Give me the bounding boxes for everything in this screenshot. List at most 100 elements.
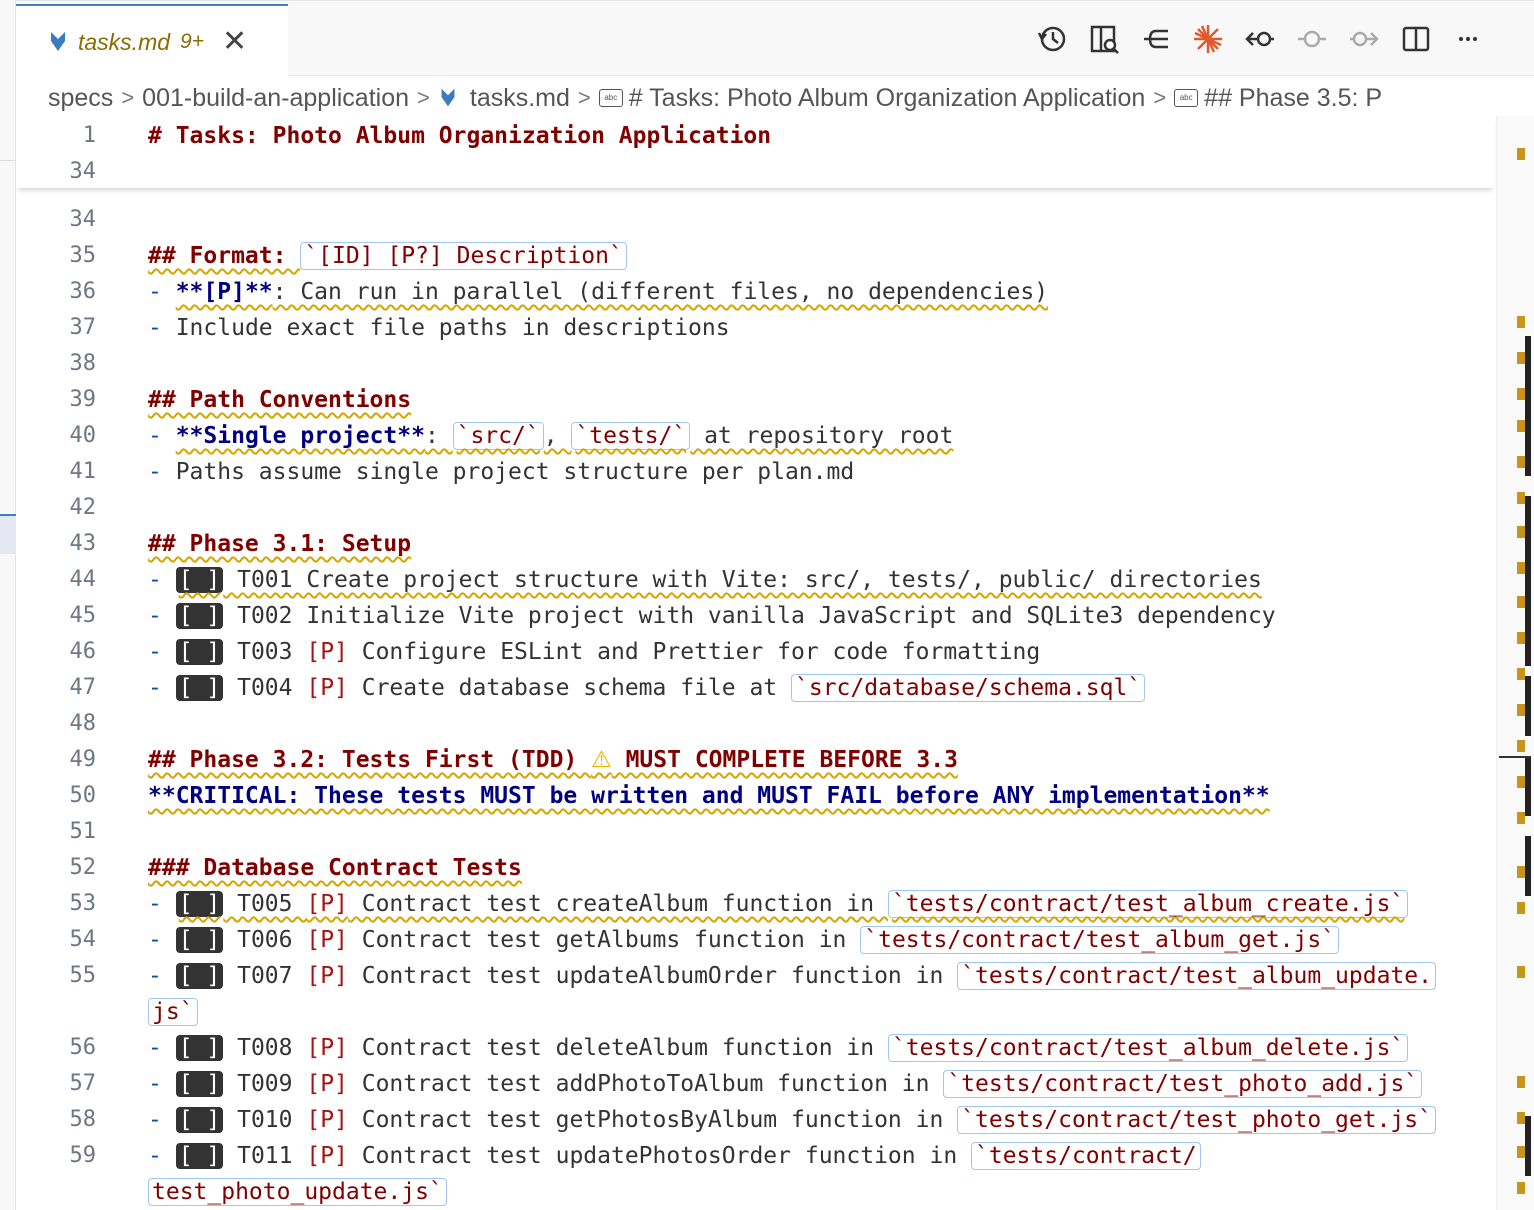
task-text: Contract test getPhotosByAlbum function … (347, 1107, 958, 1133)
task-checkbox[interactable]: [ ] (175, 1107, 224, 1133)
editor[interactable]: 1 # Tasks: Photo Album Organization Appl… (16, 116, 1496, 1210)
problem-marker (1517, 776, 1525, 788)
code-line: 57 - [ ] T009 [P] Contract test addPhotoT… (16, 1066, 1496, 1102)
sticky-scroll-header[interactable]: 1 # Tasks: Photo Album Organization Appl… (16, 116, 1494, 188)
inline-code: `tests/` (571, 422, 691, 450)
task-checkbox[interactable]: [ ] (175, 675, 224, 701)
line-number: 53 (69, 891, 97, 916)
list-bullet: - (148, 423, 176, 449)
overview-ruler[interactable] (1496, 116, 1534, 1210)
code-line: 56 - [ ] T008 [P] Contract test deleteAlb… (16, 1030, 1496, 1066)
tab-tasks-md[interactable]: tasks.md 9+ ✕ (16, 4, 288, 78)
chevron-right-icon: > (121, 85, 135, 110)
list-bullet: - (148, 963, 176, 989)
code-text: - [ ] T006 [P] Contract test getAlbums f… (148, 922, 1340, 958)
line-number: 55 (69, 963, 97, 988)
task-id: T010 (223, 1107, 307, 1133)
more-actions-icon[interactable] (1442, 19, 1494, 59)
task-id: T011 (223, 1143, 307, 1169)
inline-code: js` (148, 998, 198, 1026)
breadcrumb-item-file[interactable]: tasks.md (470, 84, 570, 113)
problem-marker (1517, 352, 1525, 364)
copilot-sparkle-icon[interactable] (1182, 19, 1234, 59)
list-bullet: - (148, 567, 176, 593)
git-change-marker (1525, 596, 1531, 666)
open-preview-icon[interactable] (1078, 19, 1130, 59)
breadcrumb-item-subheading[interactable]: ## Phase 3.5: P (1204, 84, 1382, 113)
code-line: 51 (16, 814, 1496, 850)
problem-marker (1517, 316, 1525, 328)
inline-code: `tests/contract/ (971, 1142, 1201, 1170)
breadcrumb-item-specs[interactable]: specs (48, 84, 113, 113)
problem-marker (1517, 596, 1525, 608)
problem-marker (1517, 562, 1525, 574)
task-checkbox[interactable]: [ ] (175, 891, 224, 917)
problem-marker (1517, 420, 1525, 432)
code-text: **CRITICAL: These tests MUST be written … (148, 778, 1270, 814)
inline-code: `tests/contract/test_photo_add.js` (943, 1070, 1423, 1098)
code-text: - Include exact file paths in descriptio… (148, 310, 730, 346)
code-line: 59 - [ ] T011 [P] Contract test updatePho… (16, 1138, 1496, 1174)
breadcrumb-item-heading[interactable]: # Tasks: Photo Album Organization Applic… (629, 84, 1146, 113)
warning-icon: ⚠ (591, 747, 612, 773)
inline-code: `src/` (452, 422, 544, 450)
problem-marker (1517, 966, 1525, 978)
task-checkbox[interactable]: [ ] (175, 927, 224, 953)
go-back-icon[interactable] (1130, 19, 1182, 59)
code-line: 35 ## Format: `[ID] [P?] Description` (16, 238, 1496, 274)
problem-marker (1517, 704, 1525, 716)
activity-strip (0, 0, 16, 1210)
breadcrumb-item-folder[interactable]: 001-build-an-application (142, 84, 409, 113)
task-item: [ ] T008 [P] Contract test deleteAlbum f… (175, 1034, 1409, 1062)
list-text: Include exact file paths in descriptions (175, 315, 730, 341)
go-to-previous-change-icon[interactable] (1234, 19, 1286, 59)
task-checkbox[interactable]: [ ] (175, 639, 224, 665)
code-text: - [ ] T005 [P] Contract test createAlbum… (148, 886, 1409, 922)
line-number: 44 (69, 567, 97, 592)
close-icon[interactable]: ✕ (222, 27, 247, 57)
task-checkbox[interactable]: [ ] (175, 1035, 224, 1061)
list-bullet: - (148, 1035, 176, 1061)
inline-code: `tests/contract/test_album_get.js` (860, 926, 1340, 954)
split-editor-icon[interactable] (1390, 19, 1442, 59)
code-line: 49 ## Phase 3.2: Tests First (TDD) ⚠ MUST… (16, 742, 1496, 778)
problem-marker (1517, 902, 1525, 914)
task-item: [ ] T009 [P] Contract test addPhotoToAlb… (175, 1070, 1423, 1098)
problem-marker (1517, 632, 1525, 644)
git-change-marker (1525, 676, 1531, 736)
inline-code: `src/database/schema.sql` (791, 674, 1146, 702)
line-number: 59 (69, 1143, 97, 1168)
parallel-marker: [P] (306, 891, 348, 917)
parallel-marker: [P] (306, 1071, 348, 1097)
list-bullet: - (148, 1143, 176, 1169)
task-checkbox[interactable]: [ ] (175, 567, 224, 593)
code-text: - [ ] T010 [P] Contract test getPhotosBy… (148, 1102, 1436, 1138)
code-text: ## Format: `[ID] [P?] Description` (148, 238, 627, 274)
parallel-marker: [P] (306, 1035, 348, 1061)
problem-marker (1517, 456, 1525, 468)
inline-code: test_photo_update.js` (148, 1178, 447, 1206)
task-text: Contract test updateAlbumOrder function … (347, 963, 958, 989)
task-checkbox[interactable]: [ ] (175, 603, 224, 629)
task-checkbox[interactable]: [ ] (175, 963, 224, 989)
chevron-right-icon: > (577, 85, 591, 110)
history-icon[interactable] (1026, 19, 1078, 59)
list-bullet: - (148, 459, 176, 485)
list-text: Paths assume single project structure pe… (175, 459, 855, 485)
line-number: 58 (69, 1107, 97, 1132)
task-checkbox[interactable]: [ ] (175, 1071, 224, 1097)
list-bullet: - (148, 675, 176, 701)
list-content: **[P]**: Can run in parallel (different … (176, 279, 1048, 305)
code-line: 40 - **Single project**: `src/`, `tests/`… (16, 418, 1496, 454)
task-item: [ ] T006 [P] Contract test getAlbums fun… (175, 926, 1340, 954)
task-item: [ ] T011 [P] Contract test updatePhotosO… (175, 1142, 1201, 1170)
code-text: - [ ] T011 [P] Contract test updatePhoto… (148, 1138, 1201, 1174)
code-line: 50 **CRITICAL: These tests MUST be writte… (16, 778, 1496, 814)
markdown-heading: ### Database Contract Tests (148, 855, 522, 881)
task-checkbox[interactable]: [ ] (175, 1143, 224, 1169)
line-number: 56 (69, 1035, 97, 1060)
bold-text: **CRITICAL: These tests MUST be written … (148, 783, 1270, 809)
code-token: at repository root (690, 423, 954, 449)
list-content: **Single project**: `src/`, `tests/` at … (176, 422, 954, 450)
inline-code: `tests/contract/test_album_update. (957, 962, 1436, 990)
